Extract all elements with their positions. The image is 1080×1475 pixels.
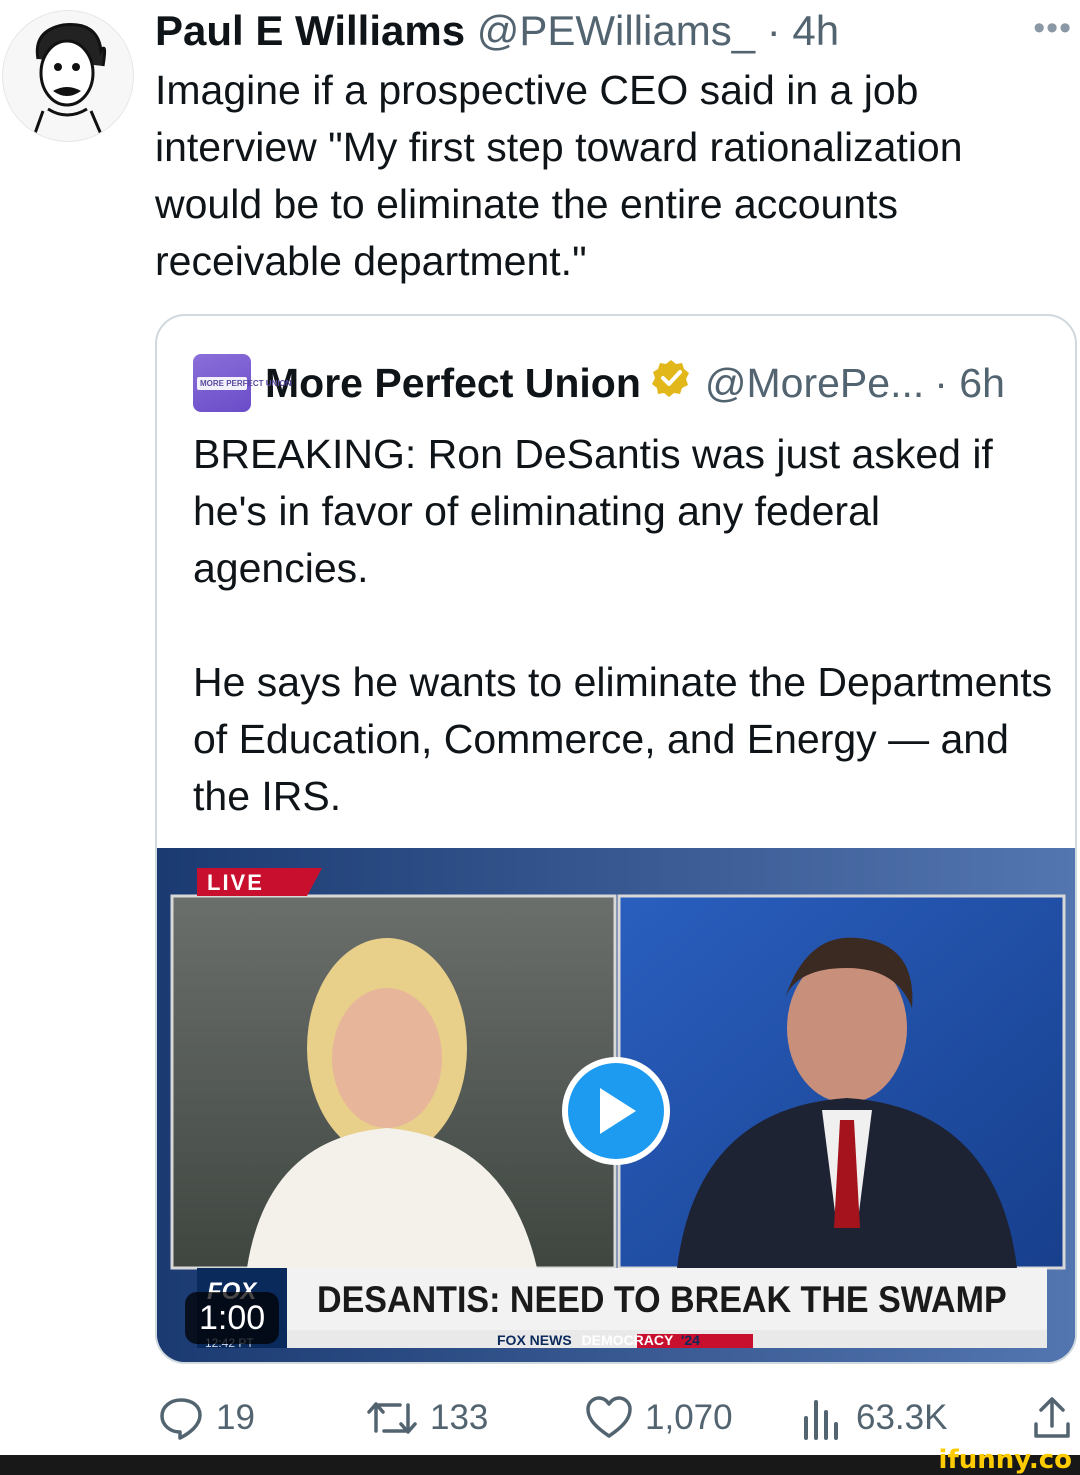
footer-bar: ifunny.co (0, 1445, 1080, 1475)
like-count: 1,070 (645, 1398, 733, 1437)
ifunny-watermark: ifunny.co (938, 1445, 1072, 1475)
views-button[interactable]: 63.3K (800, 1390, 947, 1446)
play-button[interactable] (562, 1057, 670, 1165)
quoted-avatar-logo-text: MORE PERFECT UNION (197, 376, 292, 390)
play-icon (600, 1088, 636, 1134)
repost-count: 133 (430, 1398, 489, 1437)
more-horizontal-icon[interactable]: ••• (1033, 8, 1072, 48)
quoted-tweet-text: BREAKING: Ron DeSantis was just asked if… (193, 431, 1053, 819)
author-name[interactable]: Paul E Williams (155, 7, 465, 54)
segment-year: '24 (680, 1332, 700, 1348)
quoted-tweet-time[interactable]: · 6h (934, 360, 1005, 407)
bar-chart-icon (800, 1396, 844, 1440)
verified-badge-icon (651, 358, 691, 408)
video-player[interactable]: LIVE FOX DESANTIS: NEED TO BREAK THE SWA… (157, 848, 1075, 1362)
reply-count: 19 (216, 1398, 255, 1437)
author-avatar[interactable] (2, 10, 134, 142)
live-badge: LIVE (207, 870, 264, 895)
reply-icon (158, 1395, 204, 1441)
tweet-time[interactable]: · 4h (767, 7, 839, 54)
quoted-author-handle[interactable]: @MorePe... (705, 360, 924, 407)
quoted-author-avatar[interactable]: MORE PERFECT UNION (193, 354, 292, 412)
heart-icon (585, 1396, 633, 1440)
network-name: FOX NEWS (497, 1332, 572, 1348)
reply-button[interactable]: 19 (158, 1390, 255, 1446)
share-icon (1032, 1396, 1072, 1440)
tweet-actions-bar: 19 133 1,070 63.3K (0, 1390, 1080, 1446)
tweet-text: Imagine if a prospective CEO said in a j… (155, 67, 974, 284)
quoted-tweet-card[interactable]: MORE PERFECT UNION More Perfect Union @M… (155, 314, 1077, 1364)
quoted-tweet-header: MORE PERFECT UNION More Perfect Union @M… (193, 352, 1005, 414)
tweet-author-line: Paul E Williams @PEWilliams_ · 4h (155, 6, 839, 56)
chyron-subline: FOX NEWS DEMOCRACY '24 (497, 1332, 700, 1348)
view-count: 63.3K (856, 1398, 948, 1437)
chyron-headline: DESANTIS: NEED TO BREAK THE SWAMP (317, 1279, 1007, 1320)
quoted-author-name[interactable]: More Perfect Union (265, 360, 641, 407)
author-handle[interactable]: @PEWilliams_ (477, 7, 755, 54)
share-button[interactable] (1032, 1390, 1080, 1446)
sketch-portrait-icon (3, 11, 133, 141)
video-duration: 1:00 (185, 1292, 280, 1344)
repost-button[interactable]: 133 (366, 1390, 488, 1446)
segment-name: DEMOCRACY (581, 1332, 674, 1348)
like-button[interactable]: 1,070 (585, 1390, 733, 1446)
repost-icon (366, 1395, 418, 1441)
